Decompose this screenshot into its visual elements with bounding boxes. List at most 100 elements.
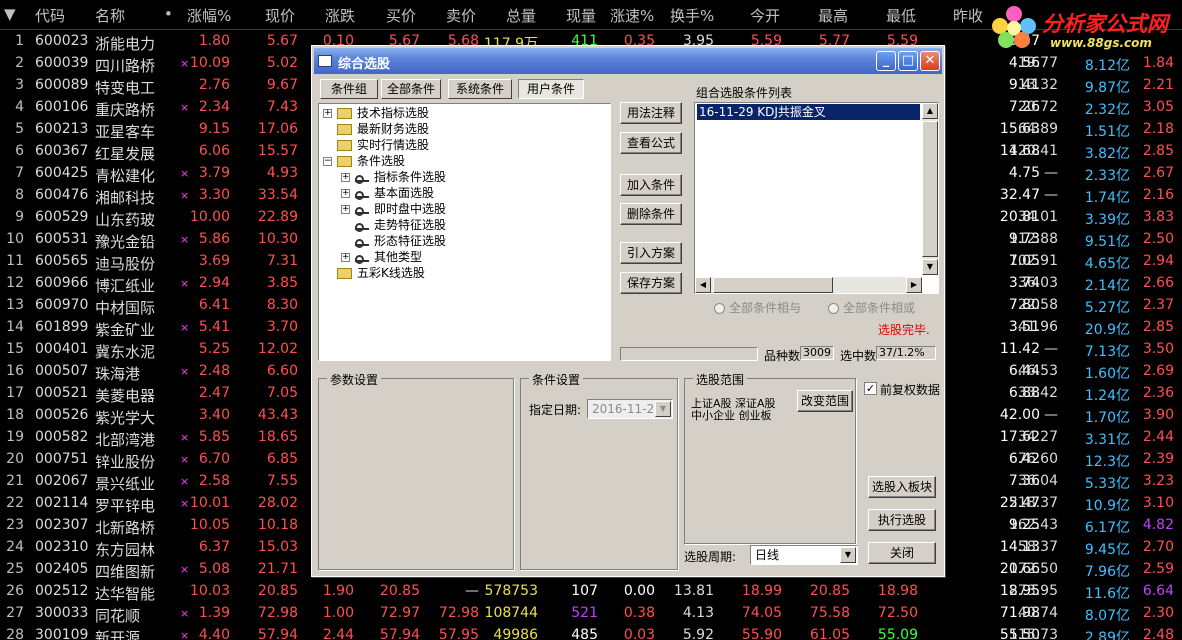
expand-icon[interactable]: + [341, 189, 350, 198]
dialog-title: 综合选股 [338, 57, 391, 72]
count-label: 品种数 [764, 349, 801, 363]
scroll-right-icon[interactable]: ▶ [906, 277, 922, 293]
add-condition-button[interactable]: 加入条件 [620, 174, 682, 196]
params-label: 参数设置 [327, 371, 382, 388]
extra-value: 58.37 [1017, 539, 1058, 555]
tree-item[interactable]: − 条件选股 [323, 153, 405, 169]
tree-item[interactable]: 形态特征选股 [341, 233, 446, 249]
dropdown-icon[interactable]: ▼ [840, 547, 856, 563]
change-percent: 3.40 [198, 407, 230, 423]
stock-name: 特变电工 [95, 79, 156, 97]
period-select[interactable]: 日线 ▼ [750, 545, 858, 565]
scroll-left-icon[interactable]: ◀ [695, 277, 711, 293]
tree-item[interactable]: + 基本面选股 [341, 185, 434, 201]
cell-vol: 108744 [484, 605, 538, 621]
tree-item[interactable]: + 即时盘中选股 [341, 201, 446, 217]
folder-icon [337, 124, 352, 135]
stock-code: 300033 [35, 605, 89, 621]
scroll-down-icon[interactable]: ▼ [922, 259, 938, 275]
import-plan-button[interactable]: 引入方案 [620, 242, 682, 264]
horizontal-scrollbar[interactable]: ◀ ▶ [695, 277, 922, 293]
expand-icon[interactable]: + [341, 253, 350, 262]
stock-name: 珠海港 [95, 365, 141, 383]
ratio-value: 3.23 [1142, 473, 1174, 489]
tree-item[interactable]: 五彩K线选股 [323, 265, 425, 281]
scroll-thumb[interactable] [922, 121, 938, 257]
col-ask[interactable]: 卖价 [446, 5, 476, 26]
usage-notes-button[interactable]: 用法注释 [620, 102, 682, 124]
tree-item[interactable]: + 指标条件选股 [341, 169, 446, 185]
cell-cur: 485 [571, 627, 598, 640]
tab-user-conditions[interactable]: 用户条件 [518, 79, 584, 99]
col-name[interactable]: 名称 [95, 5, 125, 26]
tree-item[interactable]: 最新财务选股 [323, 121, 429, 137]
execute-screen-button[interactable]: 执行选股 [868, 509, 936, 531]
stock-code: 600565 [35, 253, 89, 269]
stock-name: 东方园林 [95, 541, 156, 559]
tab-system-conditions[interactable]: 系统条件 [448, 79, 512, 99]
collapse-icon[interactable]: − [323, 157, 332, 166]
col-turnover[interactable]: 换手% [670, 5, 714, 26]
expand-icon[interactable]: + [341, 205, 350, 214]
col-price[interactable]: 现价 [265, 5, 295, 26]
change-percent: 10.00 [189, 209, 230, 225]
col-speed[interactable]: 涨速% [610, 5, 654, 26]
maximize-button[interactable]: □ [898, 51, 918, 71]
expand-icon[interactable]: + [323, 109, 332, 118]
change-percent: 10.09 [189, 55, 230, 71]
adjust-label: 前复权数据 [880, 383, 941, 397]
date-picker[interactable]: 2016-11-29 ▼ [587, 399, 673, 419]
close-button[interactable]: 关闭 [868, 542, 936, 564]
save-to-block-button[interactable]: 选股入板块 [868, 476, 936, 498]
scroll-up-icon[interactable]: ▲ [922, 103, 938, 119]
col-cur-vol[interactable]: 现量 [566, 5, 596, 26]
expand-icon[interactable]: + [341, 173, 350, 182]
col-prev-close[interactable]: 昨收 [953, 5, 983, 26]
minimize-button[interactable]: _ [876, 51, 896, 71]
view-formula-button[interactable]: 查看公式 [620, 132, 682, 154]
col-open[interactable]: 今开 [750, 5, 780, 26]
flower-logo-icon [992, 6, 1036, 48]
radio-or[interactable]: 全部条件相或 [828, 299, 915, 316]
radio-icon[interactable] [828, 303, 839, 314]
stock-name: 锌业股份 [95, 453, 156, 471]
tree-item[interactable]: 走势特征选股 [341, 217, 446, 233]
scroll-thumb[interactable] [713, 277, 833, 293]
col-change[interactable]: 涨跌 [325, 5, 355, 26]
stock-code: 300109 [35, 627, 89, 640]
tree-item[interactable]: + 技术指标选股 [323, 105, 429, 121]
adjust-checkbox[interactable]: ✓ [864, 382, 877, 395]
close-window-button[interactable]: ✕ [920, 51, 940, 71]
tree-item[interactable]: + 其他类型 [341, 249, 422, 265]
stock-code: 600966 [35, 275, 89, 291]
col-bid[interactable]: 买价 [386, 5, 416, 26]
change-range-button[interactable]: 改变范围 [797, 390, 853, 412]
stock-code: 000526 [35, 407, 89, 423]
sort-arrow-icon[interactable]: ▼ [4, 5, 16, 23]
condition-list[interactable]: 16-11-29 KDJ共振金叉 ▲ ▼ ◀ ▶ [694, 102, 939, 294]
vertical-scrollbar[interactable]: ▲ ▼ [922, 103, 938, 275]
title-bar[interactable]: 综合选股 _ □ ✕ [314, 48, 942, 74]
col-flag[interactable]: • [164, 5, 173, 23]
stock-code: 000507 [35, 363, 89, 379]
radio-and[interactable]: 全部条件相与 [714, 299, 801, 316]
col-high[interactable]: 最高 [818, 5, 848, 26]
ratio-value: 3.83 [1142, 209, 1174, 225]
tree-item[interactable]: 实时行情选股 [323, 137, 429, 153]
row-number: 28 [6, 627, 24, 640]
col-volume[interactable]: 总量 [506, 5, 536, 26]
condition-tree[interactable]: + 技术指标选股 最新财务选股 实时行情选股 − 条件选股 + 指标条件选股 + 基本面… [318, 103, 611, 361]
tab-all-conditions[interactable]: 全部条件 [381, 79, 441, 99]
delete-condition-button[interactable]: 删除条件 [620, 203, 682, 225]
stock-name: 北新路桥 [95, 519, 156, 537]
col-code[interactable]: 代码 [35, 5, 65, 26]
dropdown-icon[interactable]: ▼ [655, 401, 671, 417]
col-low[interactable]: 最低 [886, 5, 916, 26]
list-item[interactable]: 16-11-29 KDJ共振金叉 [697, 104, 920, 120]
row-number: 10 [6, 231, 24, 247]
col-pct[interactable]: 涨幅% [187, 5, 231, 26]
tab-condition-group[interactable]: 条件组 [320, 79, 378, 99]
radio-icon[interactable] [714, 303, 725, 314]
save-plan-button[interactable]: 保存方案 [620, 272, 682, 294]
stock-code: 600529 [35, 209, 89, 225]
